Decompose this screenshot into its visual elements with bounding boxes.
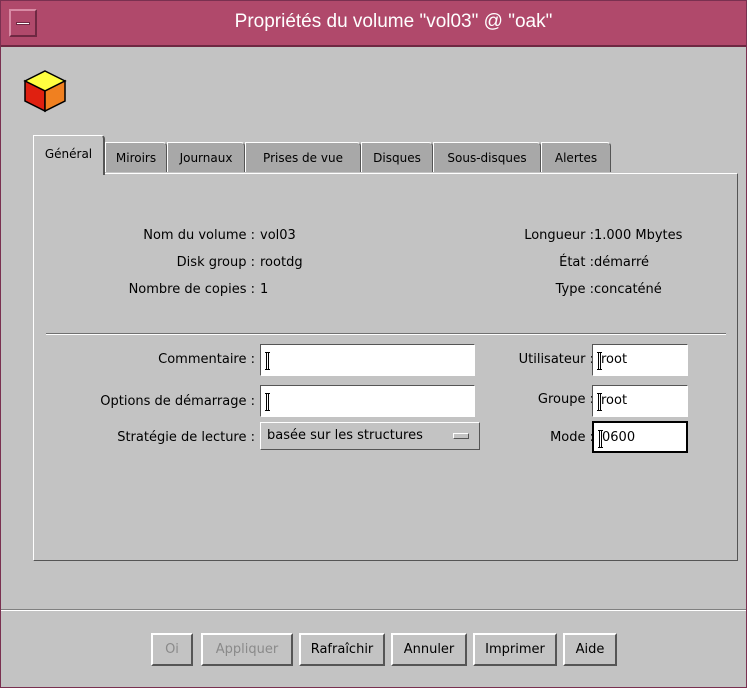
state-label: État : [559,255,594,270]
window-menu-icon[interactable] [9,9,37,37]
refresh-button[interactable]: Rafraîchir [299,633,385,666]
tab-logs[interactable]: Journaux [167,142,245,172]
tab-snapshots[interactable]: Prises de vue [245,142,361,172]
tab-mirrors[interactable]: Miroirs [105,142,167,172]
tab-general[interactable]: Général [33,135,105,175]
volume-cube-icon [23,70,67,113]
general-panel: Nom du volume : vol03 Disk group : rootd… [33,173,738,561]
length-label: Longueur : [524,228,594,243]
boot-options-label: Options de démarrage : [100,394,255,409]
read-strategy-value: basée sur les structures [267,428,423,443]
text-cursor-icon [597,393,602,411]
button-area-divider [1,609,746,611]
text-cursor-icon [597,352,602,370]
read-strategy-label: Stratégie de lecture : [117,430,255,445]
text-cursor-icon [265,352,270,370]
length-value: 1.000 Mbytes [594,228,683,243]
tab-disks[interactable]: Disques [361,142,433,172]
print-button[interactable]: Imprimer [473,633,557,666]
tab-subdisks[interactable]: Sous-disques [433,142,541,172]
comment-label: Commentaire : [158,352,255,367]
read-strategy-select[interactable]: basée sur les structures [260,422,480,450]
disk-group-label: Disk group : [176,255,255,270]
disk-group-value: rootdg [260,255,303,270]
text-cursor-icon [265,393,270,411]
mode-field[interactable]: 0600 [592,421,688,453]
user-field[interactable]: root [592,344,688,376]
properties-window: Propriétés du volume "vol03" @ "oak" Gén… [0,0,747,688]
boot-options-field[interactable] [260,385,475,417]
copies-value: 1 [260,282,269,297]
apply-button[interactable]: Appliquer [201,633,293,666]
window-title: Propriétés du volume "vol03" @ "oak" [234,11,553,32]
comment-field[interactable] [260,344,475,376]
tab-alerts[interactable]: Alertes [541,142,611,172]
ok-button[interactable]: Oi [151,633,193,666]
group-label: Groupe : [537,392,594,407]
cancel-button[interactable]: Annuler [391,633,467,666]
section-divider [46,333,726,335]
text-cursor-icon [598,430,603,448]
copies-label: Nombre de copies : [128,282,255,297]
user-label: Utilisateur : [518,352,594,367]
title-bar[interactable]: Propriétés du volume "vol03" @ "oak" [1,1,746,47]
type-value: concaténé [594,282,662,297]
option-menu-indicator-icon [453,433,469,439]
volume-name-value: vol03 [260,228,296,243]
state-value: démarré [594,255,650,270]
group-field[interactable]: root [592,385,688,417]
help-button[interactable]: Aide [563,633,617,666]
volume-name-label: Nom du volume : [143,228,255,243]
type-label: Type : [555,282,594,297]
mode-label: Mode : [550,430,594,445]
